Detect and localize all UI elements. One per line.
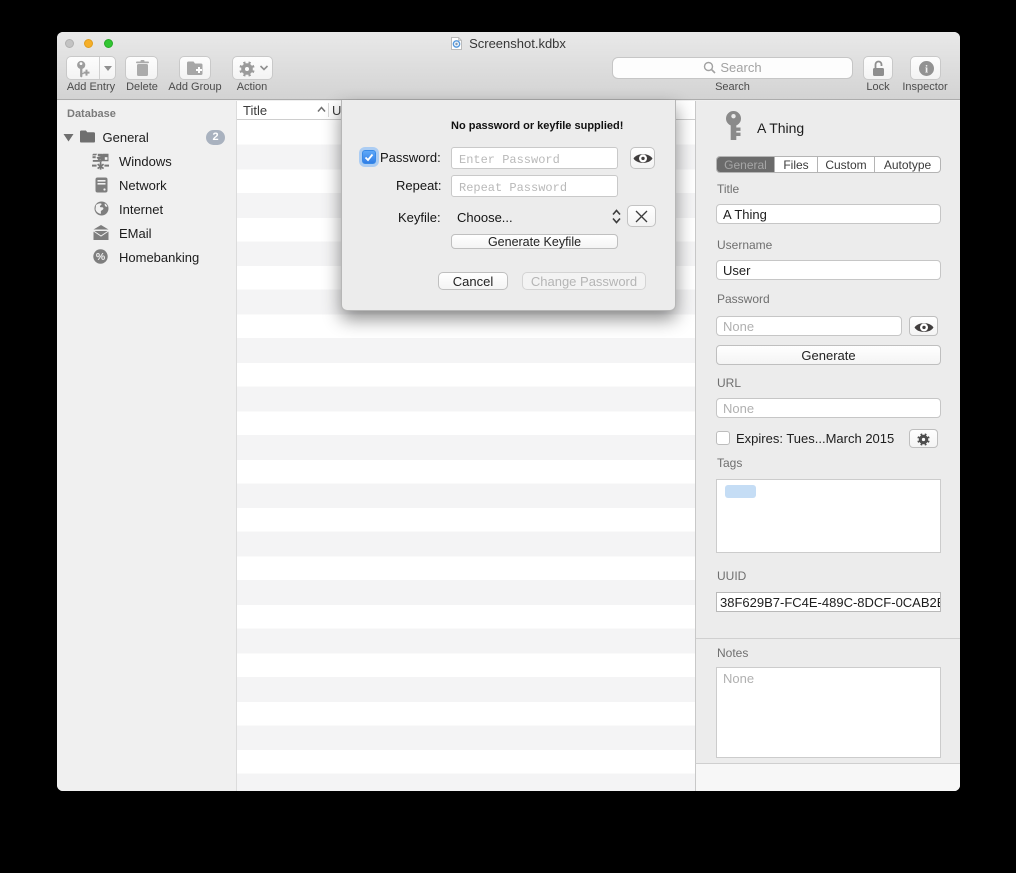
svg-text:i: i [925, 64, 928, 76]
svg-text:%: % [96, 251, 106, 263]
